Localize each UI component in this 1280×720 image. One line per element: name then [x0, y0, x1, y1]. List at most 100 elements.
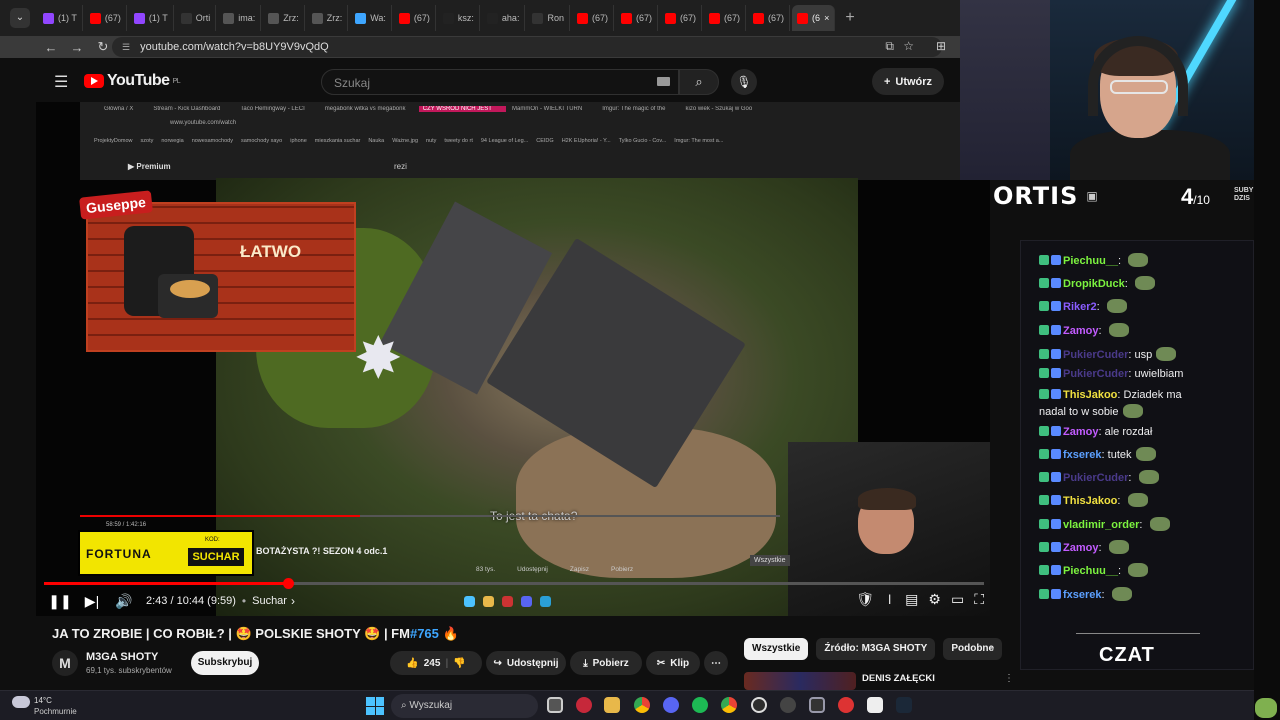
discord-icon[interactable] [663, 697, 679, 713]
chat-username[interactable]: Zamoy [1063, 542, 1098, 554]
url-field[interactable]: ☰ youtube.com/watch?v=b8UY9V9vQdQ ⧉ ☆ [112, 37, 942, 57]
chat-username[interactable]: vladimir_order [1063, 519, 1139, 531]
share-button[interactable]: ↪ Udostępnij [486, 651, 566, 675]
browser-tab[interactable]: (67) [394, 5, 436, 31]
browser-tab[interactable]: Zrz: [307, 5, 349, 31]
chat-username[interactable]: Piechuu__ [1063, 255, 1118, 267]
chat-username[interactable]: Piechuu__ [1063, 565, 1118, 577]
new-tab-button[interactable]: + [837, 9, 854, 27]
tab-search-icon[interactable]: ⌄ [10, 8, 30, 28]
back-icon[interactable]: ← [38, 40, 64, 55]
install-icon[interactable]: ⧉ [885, 39, 894, 54]
obs-icon[interactable] [809, 697, 825, 713]
chat-username[interactable]: ThisJakoo [1063, 389, 1117, 401]
pause-button[interactable]: ❚❚ [44, 593, 76, 610]
chrome-profile-icon[interactable] [721, 697, 737, 713]
weather-widget[interactable]: 14°C Pochmurnie [12, 694, 92, 718]
url-text: youtube.com/watch?v=b8UY9V9vQdQ [140, 41, 329, 53]
like-icon[interactable]: 👍 [406, 658, 418, 669]
settings-gear-icon[interactable]: ⚙ [928, 591, 941, 608]
create-button[interactable]: + Utwórz [872, 68, 944, 95]
chip-all[interactable]: Wszystkie [744, 638, 809, 660]
dislike-icon[interactable]: 👎 [453, 658, 465, 669]
browser-tab[interactable]: (67) [85, 5, 127, 31]
chat-username[interactable]: Zamoy [1063, 325, 1098, 337]
browser-tab[interactable]: (67) [616, 5, 658, 31]
shield-icon[interactable]: 🛡 [856, 591, 874, 608]
chat-colon: : [1118, 255, 1125, 267]
chat-username[interactable]: ThisJakoo [1063, 495, 1117, 507]
inner-video-actions: 83 tys. Udostępnij Zapisz Pobierz [476, 566, 633, 573]
channel-name[interactable]: M3GA SHOTY [86, 651, 158, 663]
browser-tab[interactable]: ima: [218, 5, 262, 31]
chapter-button[interactable]: Suchar [252, 595, 287, 607]
browser-tab[interactable]: Ron [527, 5, 570, 31]
browser-tab[interactable]: (67) [660, 5, 703, 31]
bookmark-star-icon[interactable]: ☆ [903, 39, 914, 53]
chat-username[interactable]: fxserek [1063, 449, 1102, 461]
settings-icon[interactable] [780, 697, 796, 713]
volume-button[interactable]: 🔊 [108, 593, 140, 610]
progress-bar[interactable] [44, 578, 984, 589]
chat-username[interactable]: PukierCuder [1063, 368, 1128, 380]
chrome-icon[interactable] [634, 697, 650, 713]
spotify-icon[interactable] [692, 697, 708, 713]
inner-folder-icon [483, 596, 494, 607]
menu-icon[interactable]: ☰ [54, 72, 68, 92]
related-video-thumbnail[interactable] [744, 672, 856, 690]
notion-icon[interactable] [867, 697, 883, 713]
browser-tab[interactable]: (6 × [792, 5, 836, 31]
chat-username[interactable]: DropikDuck [1063, 278, 1125, 290]
chat-username[interactable]: PukierCuder [1063, 472, 1128, 484]
voice-search-button[interactable]: 🎙 [731, 69, 757, 95]
fullscreen-icon[interactable]: ⛶ [974, 591, 984, 608]
chat-username[interactable]: Riker2 [1063, 301, 1097, 313]
browser-tab[interactable]: aha: [482, 5, 526, 31]
app-icon[interactable] [751, 697, 767, 713]
next-button[interactable]: ▶| [76, 593, 108, 610]
browser-tab[interactable]: (1) T [38, 5, 83, 31]
browser-tab[interactable]: (1) T [129, 5, 174, 31]
pin-app-icon[interactable] [838, 697, 854, 713]
browser-tab[interactable]: Orti [176, 5, 217, 31]
chips-next-icon[interactable]: › [990, 641, 994, 655]
related-video-title[interactable]: DENIS ZAŁĘCKI [862, 673, 935, 684]
theater-mode-icon[interactable]: ▭ [951, 591, 964, 608]
weather-description: Pochmurnie [34, 707, 77, 716]
chat-username[interactable]: Zamoy [1063, 426, 1098, 438]
forward-icon[interactable]: → [64, 40, 90, 55]
chat-username[interactable]: PukierCuder [1063, 349, 1128, 361]
site-info-icon[interactable]: ☰ [122, 42, 130, 53]
browser-tab[interactable]: Zrz: [263, 5, 305, 31]
download-button[interactable]: ⤓ Pobierz [570, 651, 642, 675]
taskbar-search[interactable]: ⌕ Wyszukaj [391, 694, 538, 718]
browser-tab[interactable]: Wa: [350, 5, 392, 31]
related-more-icon[interactable]: ⋮ [1004, 673, 1014, 684]
subtitles-icon[interactable]: ▤ [905, 591, 918, 608]
youtube-logo[interactable]: YouTube PL [84, 72, 181, 90]
opera-icon[interactable] [576, 697, 592, 713]
keyboard-icon[interactable] [657, 77, 670, 86]
start-button[interactable] [366, 697, 384, 715]
channel-avatar[interactable]: M [52, 650, 78, 676]
chat-username[interactable]: fxserek [1063, 589, 1102, 601]
close-tab-icon[interactable]: × [824, 13, 829, 23]
autoplay-toggle[interactable]: ⏽ [884, 591, 895, 608]
search-input[interactable]: Szukaj [321, 69, 679, 95]
more-actions-button[interactable]: ⋯ [704, 651, 728, 675]
search-button[interactable]: ⌕ [679, 69, 719, 95]
browser-tab[interactable]: (67) [748, 5, 791, 31]
video-hashtag[interactable]: #765 [410, 626, 439, 641]
task-view-icon[interactable] [547, 697, 563, 713]
chip-source[interactable]: Źródło: M3GA SHOTY [816, 638, 936, 660]
video-player[interactable]: Główna / X Stream - Kick Dashboard Taco He… [36, 102, 990, 616]
steam-icon[interactable] [896, 697, 912, 713]
file-explorer-icon[interactable] [604, 697, 620, 713]
browser-tab[interactable]: (67) [704, 5, 747, 31]
clip-button[interactable]: ✂ Klip [646, 651, 700, 675]
subscribe-button[interactable]: Subskrybuj [191, 651, 259, 675]
like-count[interactable]: 245 [424, 658, 441, 669]
extensions-icon[interactable]: ⊞ [936, 39, 946, 53]
browser-tab[interactable]: ksz: [438, 5, 480, 31]
browser-tab[interactable]: (67) [572, 5, 614, 31]
